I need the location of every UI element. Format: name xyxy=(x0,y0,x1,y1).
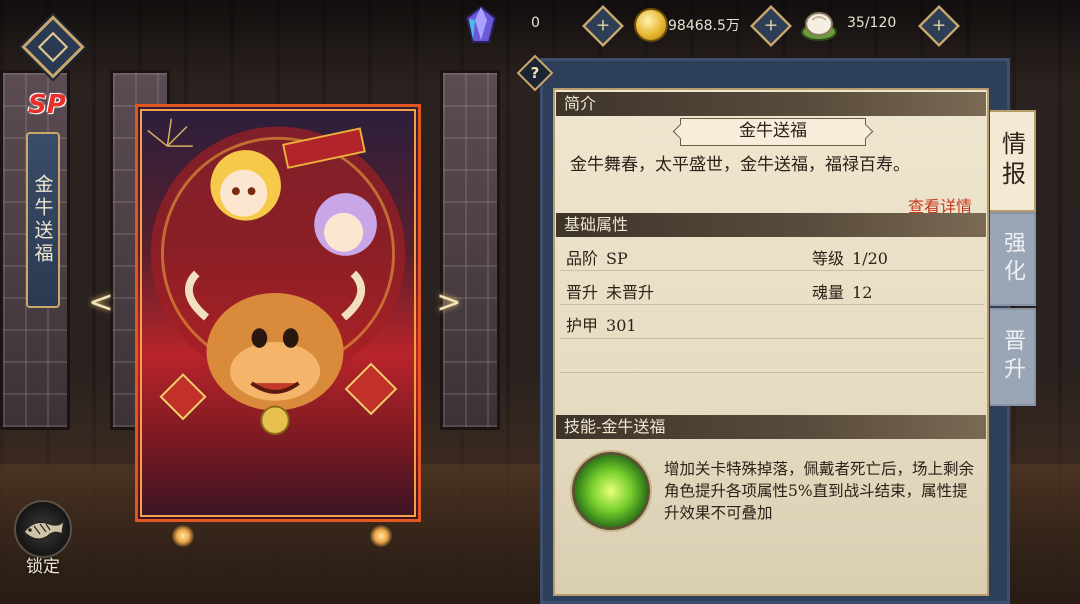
bun-steamer-icon xyxy=(801,12,837,41)
tab-promote[interactable]: 晋升 xyxy=(990,308,1036,406)
stat-value: 未晋升 xyxy=(606,283,655,302)
stat-promotion: 晋升 未晋升 xyxy=(566,279,654,303)
attributes-header: 基础属性 xyxy=(556,213,986,237)
stat-value: 301 xyxy=(606,316,637,335)
next-character-button[interactable]: > xyxy=(436,288,462,318)
rarity-badge: SP xyxy=(28,90,66,120)
stat-level: 等级 1/20 xyxy=(812,245,888,269)
top-bar: 0 + 98468.5万 + 35/120 + xyxy=(0,0,1080,79)
koi-fish-icon xyxy=(14,500,72,558)
crystal-icon xyxy=(465,6,497,43)
stat-label: 晋升 xyxy=(566,283,599,302)
character-name-banner: 金牛送福 xyxy=(26,132,60,308)
stamina-count: 35/120 xyxy=(847,15,897,31)
gem-count: 0 xyxy=(531,15,540,31)
divider xyxy=(560,304,984,305)
intro-header: 简介 xyxy=(556,92,986,116)
tab-label: 强化 xyxy=(1000,231,1025,287)
divider xyxy=(560,372,984,373)
stat-armor: 护甲 301 xyxy=(566,312,637,336)
divider xyxy=(560,270,984,271)
character-card-art xyxy=(135,104,421,522)
stat-label: 品阶 xyxy=(566,249,599,268)
stat-grade: 品阶 SP xyxy=(566,245,628,269)
add-gold-button[interactable]: + xyxy=(750,5,792,47)
tab-label: 晋升 xyxy=(1000,329,1025,385)
character-name: 金牛送福 xyxy=(31,174,54,266)
lantern-glow xyxy=(172,525,194,547)
diamond-back-icon xyxy=(21,15,85,79)
background-window xyxy=(440,70,500,430)
lock-button[interactable]: 锁定 xyxy=(10,500,76,580)
green-aura-icon[interactable] xyxy=(572,452,650,530)
lock-label: 锁定 xyxy=(26,557,60,577)
skill-header: 技能-金牛送福 xyxy=(556,415,986,439)
stat-value: SP xyxy=(606,249,628,268)
add-gems-button[interactable]: + xyxy=(582,5,624,47)
plus-icon: + xyxy=(595,15,611,36)
skill-description: 增加关卡特殊掉落，佩戴者死亡后，场上剩余角色提升各项属性5%直到战斗结束，属性提… xyxy=(664,460,975,522)
lantern-glow xyxy=(370,525,392,547)
stat-label: 魂量 xyxy=(812,283,845,302)
gold-ingot-icon xyxy=(634,8,668,42)
item-description: 金牛舞春，太平盛世，金牛送福，福禄百寿。 xyxy=(570,155,910,175)
stat-soul: 魂量 12 xyxy=(812,279,872,303)
divider xyxy=(560,338,984,339)
plus-icon: + xyxy=(931,15,947,36)
stat-label: 护甲 xyxy=(566,316,599,335)
plus-icon: + xyxy=(763,15,779,36)
tab-label: 情报 xyxy=(997,131,1026,191)
character-illustration xyxy=(147,118,406,435)
tab-info[interactable]: 情报 xyxy=(990,110,1036,212)
question-icon: ? xyxy=(530,64,540,82)
stat-label: 等级 xyxy=(812,249,845,268)
stat-value: 1/20 xyxy=(852,249,888,268)
stat-value: 12 xyxy=(852,283,873,302)
item-title: 金牛送福 xyxy=(680,118,866,146)
gold-amount: 98468.5万 xyxy=(668,18,740,34)
tab-enhance[interactable]: 强化 xyxy=(990,212,1036,306)
prev-character-button[interactable]: < xyxy=(88,288,114,318)
back-button[interactable] xyxy=(8,4,85,79)
add-stamina-button[interactable]: + xyxy=(918,5,960,47)
